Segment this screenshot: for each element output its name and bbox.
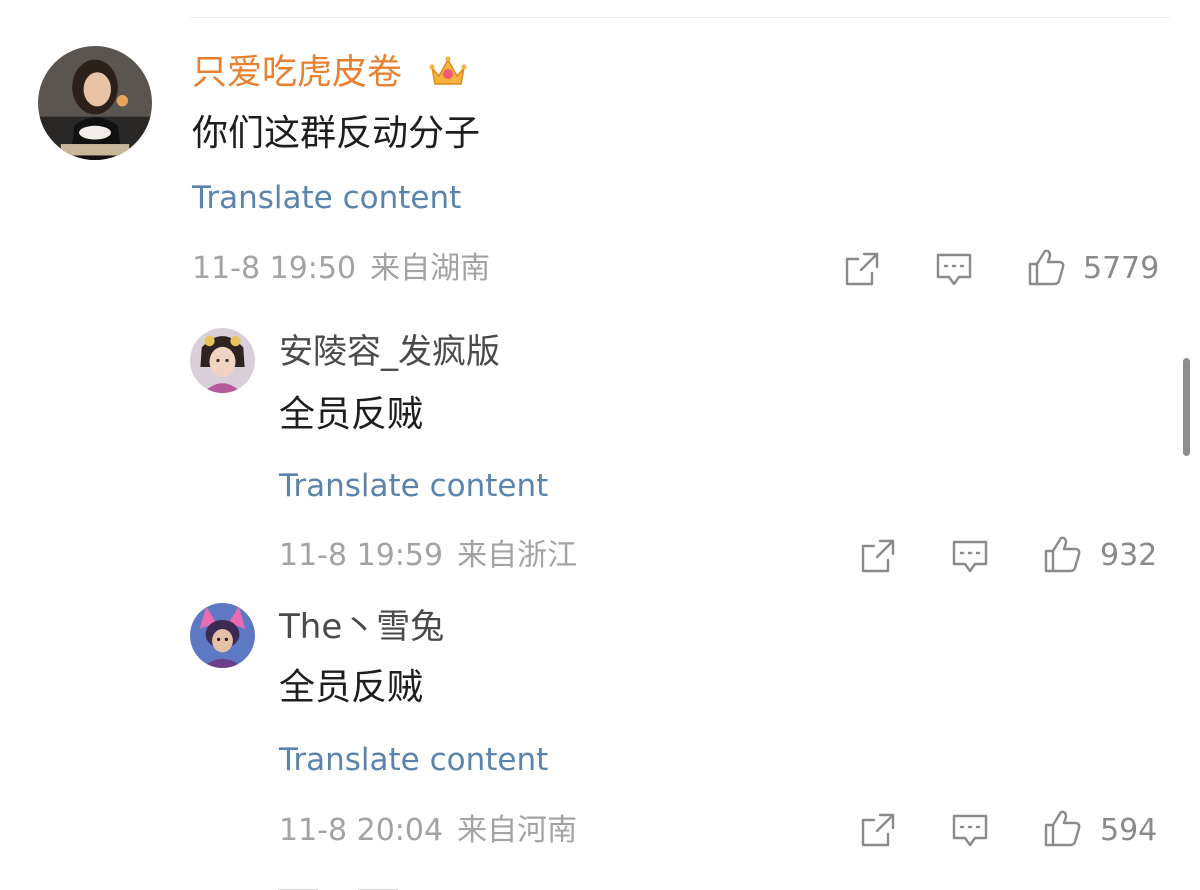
avatar[interactable] <box>190 603 255 668</box>
comment-meta: 11-8 20:04 来自河南 <box>279 816 577 846</box>
username[interactable]: The丶雪兔 <box>279 610 444 644</box>
location: 来自河南 <box>457 813 578 848</box>
like-count: 594 <box>1100 813 1158 848</box>
like-icon[interactable] <box>1042 808 1082 848</box>
share-icon[interactable] <box>842 249 882 289</box>
comment-feed: 只爱吃虎皮卷 你们这群反动分子 Translate content 11-8 1… <box>0 0 1200 890</box>
comment-meta: 11-8 19:50 来自湖南 <box>192 254 490 284</box>
next-row-partial <box>278 880 478 890</box>
scrollbar[interactable] <box>1183 358 1190 456</box>
timestamp: 11-8 19:50 <box>192 251 357 286</box>
translate-link[interactable]: Translate content <box>279 745 548 776</box>
username[interactable]: 安陵容_发疯版 <box>279 335 500 369</box>
location: 来自浙江 <box>457 538 578 573</box>
avatar[interactable] <box>38 46 152 160</box>
timestamp: 11-8 19:59 <box>279 538 444 573</box>
comment-text: 你们这群反动分子 <box>192 113 481 154</box>
timestamp: 11-8 20:04 <box>279 813 444 848</box>
crown-icon <box>429 56 467 85</box>
location: 来自湖南 <box>370 251 491 286</box>
like-icon[interactable] <box>1042 534 1082 574</box>
like-count: 5779 <box>1083 251 1160 286</box>
share-icon[interactable] <box>858 810 898 850</box>
like-count: 932 <box>1100 538 1158 573</box>
comment-text: 全员反贼 <box>279 394 424 435</box>
avatar[interactable] <box>190 328 255 393</box>
comment-icon[interactable] <box>934 249 974 289</box>
username[interactable]: 只爱吃虎皮卷 <box>192 56 402 91</box>
share-icon[interactable] <box>858 536 898 576</box>
translate-link[interactable]: Translate content <box>279 471 548 502</box>
comment-meta: 11-8 19:59 来自浙江 <box>279 541 577 571</box>
comment-text: 全员反贼 <box>279 667 424 708</box>
like-icon[interactable] <box>1026 247 1066 287</box>
comment-icon[interactable] <box>950 810 990 850</box>
translate-link[interactable]: Translate content <box>192 183 461 214</box>
comment-icon[interactable] <box>950 536 990 576</box>
divider <box>190 17 1170 18</box>
